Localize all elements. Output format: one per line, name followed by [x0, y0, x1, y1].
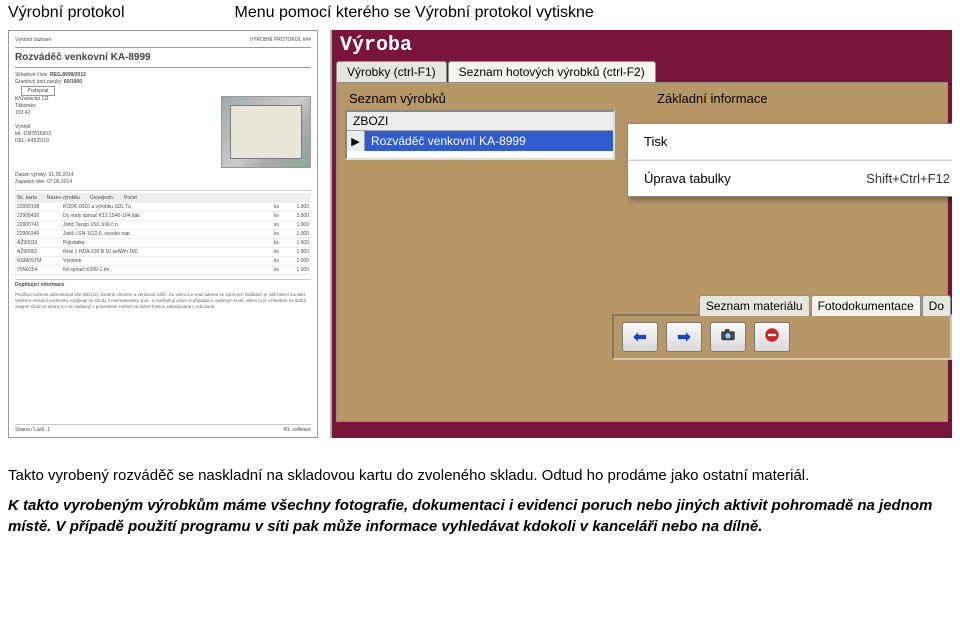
toolbar: ⬅ ➡ — [612, 314, 952, 360]
cell: ks — [261, 258, 279, 264]
photo-button[interactable] — [710, 322, 746, 352]
menu-item-label: Tisk — [644, 134, 667, 149]
footer-description: Takto vyrobený rozváděč se naskladní na … — [0, 438, 960, 555]
menu-item-shortcut: Shift+Ctrl+F12 — [866, 171, 950, 186]
cell: 1.000 — [289, 204, 309, 210]
cell: Výrobek — [63, 258, 251, 264]
tab-seznam-hotovych[interactable]: Seznam hotových výrobků (ctrl-F2) — [448, 61, 656, 82]
product-listbox[interactable]: ZBOZI ▶ Rozváděč venkovní KA-8999 — [345, 110, 615, 160]
cell: NSM0STM — [17, 258, 53, 264]
list-label: Seznam výrobků — [345, 89, 615, 110]
prev-button[interactable]: ⬅ — [622, 322, 658, 352]
cell: Pojistatka — [63, 240, 251, 246]
doc-photo — [221, 96, 311, 168]
doc-status: 60/1900 — [64, 79, 82, 85]
subtab-seznam-materialu[interactable]: Seznam materiálu — [699, 295, 810, 316]
cell: ks — [261, 213, 279, 219]
cell: 75N0254 — [17, 267, 53, 273]
doc-th-1: Sk. karta — [17, 195, 37, 201]
content-pane: Seznam výrobků ZBOZI ▶ Rozváděč venkovní… — [336, 82, 948, 422]
doc-meta-2: tel: 1097816503 — [15, 131, 51, 138]
row-marker-icon: ▶ — [347, 131, 365, 151]
menu-item-tisk[interactable]: Tisk — [628, 124, 952, 160]
cell: 22900346 — [17, 231, 53, 237]
cell: ks — [261, 231, 279, 237]
cell: Nil spínač K200-1 tm. — [63, 267, 251, 273]
app-window: Výroba Výrobky (ctrl-F1) Seznam hotových… — [330, 30, 952, 438]
arrow-left-icon: ⬅ — [633, 327, 646, 347]
list-row-selected[interactable]: ▶ Rozváděč venkovní KA-8999 — [347, 131, 613, 151]
cell: ks — [261, 240, 279, 246]
doc-badge: Podepsal — [21, 86, 55, 96]
tab-vyrobky[interactable]: Výrobky (ctrl-F1) — [336, 61, 447, 82]
doc-title: Rozváděč venkovní KA-8999 — [15, 52, 151, 63]
info-label: Základní informace — [655, 89, 939, 112]
cell: 2.000 — [289, 213, 309, 219]
doc-date-1: Datum výroby: 01.06.2014 — [15, 172, 311, 179]
cell: KODK-0010 a výrobku SDL Tu — [63, 204, 251, 210]
cell: 1.000 — [289, 231, 309, 237]
cell: 1.000 — [289, 222, 309, 228]
context-menu[interactable]: Tisk Úprava tabulky Shift+Ctrl+F12 — [627, 123, 952, 197]
cell: AŽ90033 — [17, 240, 53, 246]
cell: Jistič Tango 16/1 bílá č.n. — [63, 222, 251, 228]
doc-addr-2: Táborsko — [15, 103, 51, 110]
row-selected-text[interactable]: Rozváděč venkovní KA-8999 — [365, 131, 613, 151]
doc-meta-1: Vyrobil: — [15, 124, 51, 131]
next-button[interactable]: ➡ — [666, 322, 702, 352]
cell: Do vody spínač K12 1540-104 dak — [63, 213, 251, 219]
cell: ks — [261, 222, 279, 228]
camera-icon — [719, 326, 737, 349]
doc-top-right: VÝROBNÍ PROTOKOL ### — [250, 37, 311, 43]
cell: 22900430 — [17, 213, 53, 219]
doc-meta-3: DEL: K4525/10 — [15, 138, 51, 145]
cell: 1.000 — [289, 249, 309, 255]
cell: 1.000 — [289, 258, 309, 264]
doc-item-code: REG.8099/2012 — [50, 72, 86, 78]
doc-paragraph: Použitá možnost odmontovat vše (ED1/2). … — [15, 292, 311, 310]
doc-th-4: Počet — [124, 195, 137, 201]
cell: 1.000 — [289, 267, 309, 273]
arrow-right-icon: ➡ — [677, 327, 690, 347]
list-header[interactable]: ZBOZI — [347, 112, 613, 131]
page-title-right: Menu pomocí kterého se Výrobní protokol … — [235, 4, 594, 22]
subtab-fotodokumentace[interactable]: Fotodokumentace — [811, 295, 921, 316]
cell: AŽ90002 — [17, 249, 53, 255]
menu-item-uprava-tabulky[interactable]: Úprava tabulky Shift+Ctrl+F12 — [628, 161, 952, 196]
cell: ks — [261, 267, 279, 273]
page-title-left: Výrobní protokol — [8, 4, 125, 22]
doc-addr-1: Křížanecká 111 — [15, 96, 51, 103]
cell: Jistič LSN-1C/2,6, vysoké nap. — [63, 231, 251, 237]
doc-th-2: Název výrobku — [47, 195, 80, 201]
cell: 1.000 — [289, 240, 309, 246]
cell: Relé 1 HDA-230 B 10 setWin 160 — [63, 249, 251, 255]
cell: ks — [261, 249, 279, 255]
delete-icon — [763, 326, 781, 349]
doc-footer-left: Strana / Listů: 1 — [15, 427, 50, 433]
doc-status-label: Grantový bod záruky: — [15, 79, 63, 85]
tabbar: Výrobky (ctrl-F1) Seznam hotových výrobk… — [332, 61, 952, 82]
subtab-do[interactable]: Do — [922, 295, 951, 316]
cell: 22900741 — [17, 222, 53, 228]
footer-p2: K takto vyrobeným výrobkům máme všechny … — [8, 496, 952, 537]
cell: ks — [261, 204, 279, 210]
doc-th-3: Cena/jedn. — [90, 195, 114, 201]
doc-item-code-label: Skladové číslo: — [15, 72, 49, 78]
menu-item-label: Úprava tabulky — [644, 171, 731, 186]
doc-addr-3: 103 42 — [15, 110, 51, 117]
footer-p1: Takto vyrobený rozváděč se naskladní na … — [8, 466, 952, 486]
doc-date-2: Zapsáno dne: 07.06.2014 — [15, 179, 311, 186]
doc-footer-right: IFL software — [284, 427, 311, 433]
cell: 22900108 — [17, 204, 53, 210]
doc-top-left: Výrobní záznam — [15, 37, 51, 43]
app-title: Výroba — [340, 34, 412, 57]
delete-button[interactable] — [754, 322, 790, 352]
subtab-bar: Seznam materiálu Fotodokumentace Do — [699, 295, 952, 316]
document-preview: Výrobní záznam VÝROBNÍ PROTOKOL ### Rozv… — [8, 30, 318, 438]
doc-supp-title: Doplňující informace — [15, 282, 64, 288]
